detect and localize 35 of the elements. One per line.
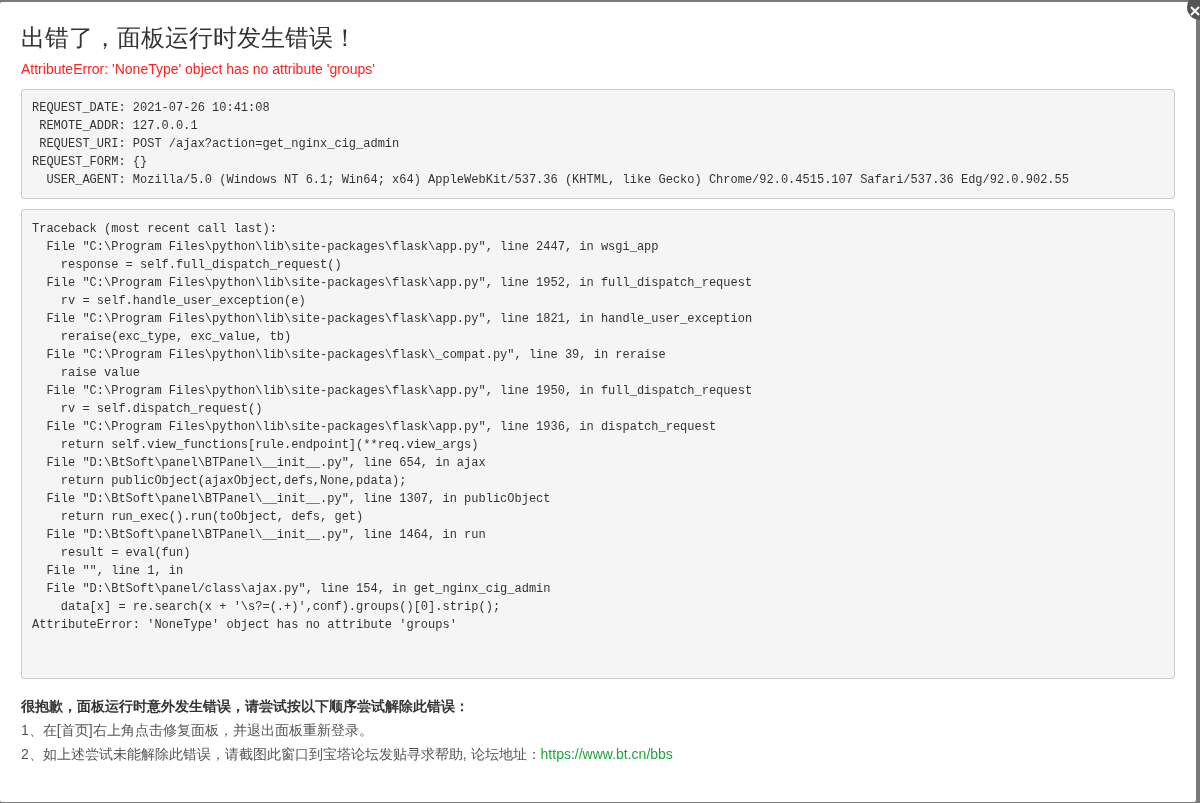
traceback-line: rv = self.dispatch_request() [59,401,263,418]
traceback-line: File "D:\BtSoft\panel\BTPanel\__init__.py", line 1464, in run [45,527,486,544]
traceback-line: File "", line 1, in [45,563,184,580]
help-step: 2、如上述尝试未能解除此错误，请截图此窗口到宝塔论坛发贴寻求帮助, 论坛地址： [21,742,541,766]
traceback-line: File "D:\BtSoft\panel\BTPanel\__init__.py", line 654, in ajax [45,455,486,472]
help-heading: 很抱歉，面板运行时意外发生错误，请尝试按以下顺序尝试解除此错误： [21,697,469,716]
traceback-line: File "C:\Program Files\python\lib\site-packages\flask\_compat.py", line 39, in reraise [45,347,666,364]
traceback-line: File "C:\Program Files\python\lib\site-packages\flask\app.py", line 1950, in full_dispatch_request [45,383,753,400]
traceback-line: Traceback (most recent call last): [32,221,277,238]
traceback-line: response = self.full_dispatch_request() [59,257,342,274]
traceback-line: AttributeError: 'NoneType' object has no attribute 'groups' [32,617,457,634]
traceback-line: result = eval(fun) [59,545,191,562]
traceback-line: File "D:\BtSoft\panel/class\ajax.py", line 154, in get_nginx_cig_admin [45,581,551,598]
traceback-line: File "C:\Program Files\python\lib\site-packages\flask\app.py", line 2447, in wsgi_app [45,239,659,256]
request-info-line: REQUEST_DATE: 2021-07-26 10:41:08 [32,100,270,117]
traceback-line: data[x] = re.search(x + '\s?=(.+)',conf).groups()[0].strip(); [59,599,501,616]
error-message: AttributeError: 'NoneType' object has no attribute 'groups' [21,60,376,79]
traceback-line: return publicObject(ajaxObject,defs,None,pdata); [59,473,407,490]
request-info-line: REQUEST_FORM: {} [32,154,148,171]
traceback-line: File "D:\BtSoft\panel\BTPanel\__init__.py", line 1307, in publicObject [45,491,551,508]
forum-link[interactable]: https://www.bt.cn/bbs [540,742,673,766]
traceback-line: File "C:\Program Files\python\lib\site-packages\flask\app.py", line 1821, in handle_user_exception [45,311,753,328]
traceback-line: return self.view_functions[rule.endpoint](**req.view_args) [59,437,479,454]
request-info-line: USER_AGENT: Mozilla/5.0 (Windows NT 6.1; Win64; x64) AppleWebKit/537.36 (KHTML, like Gecko) Chrome/92.0.4515.107 Safari/537.36 Edg/92.0.902.55 [45,172,1069,189]
request-info-line: REMOTE_ADDR: 127.0.0.1 [38,118,198,135]
traceback-line: rv = self.handle_user_exception(e) [59,293,306,310]
traceback-line: reraise(exc_type, exc_value, tb) [59,329,292,346]
traceback-line: return run_exec().run(toObject, defs, get) [59,509,364,526]
request-info-line: REQUEST_URI: POST /ajax?action=get_nginx_cig_admin [38,136,400,153]
traceback-line: File "C:\Program Files\python\lib\site-packages\flask\app.py", line 1952, in full_dispatch_request [45,275,753,292]
help-step: 1、在[首页]右上角点击修复面板，并退出面板重新登录。 [21,718,373,742]
traceback-line: raise value [59,365,141,382]
dialog-title: 出错了，面板运行时发生错误！ [21,23,358,53]
close-icon [1190,6,1200,16]
traceback-line: File "C:\Program Files\python\lib\site-packages\flask\app.py", line 1936, in dispatch_request [45,419,717,436]
